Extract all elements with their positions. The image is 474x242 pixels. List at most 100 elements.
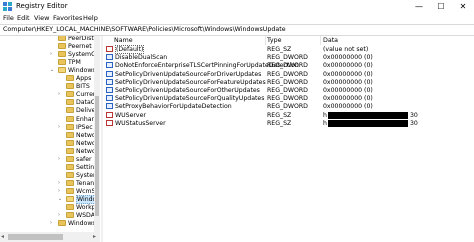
value-data: 0x00000000 (0) [323, 87, 373, 94]
redaction-block [328, 111, 408, 119]
folder-icon [58, 36, 66, 41]
string-value-icon [106, 119, 113, 126]
column-header-data[interactable]: Data [323, 36, 338, 45]
scroll-left-icon[interactable]: ◂ [1, 233, 4, 240]
values-list[interactable]: Name Type Data (Default) REG_SZ (value not… [104, 36, 474, 236]
value-type: REG_DWORD [267, 87, 308, 94]
binary-value-icon [106, 87, 113, 93]
tree-item-label: TPM [68, 59, 81, 67]
value-type: REG_DWORD [267, 78, 308, 86]
binary-value-icon [106, 62, 113, 69]
folder-icon [58, 59, 66, 66]
folder-icon [66, 107, 74, 114]
menu-view[interactable]: View [34, 14, 49, 22]
folder-icon [58, 51, 66, 58]
folder-icon [66, 123, 74, 130]
value-name-cell: SetProxyBehaviorForUpdateDetection [106, 103, 232, 111]
binary-value-icon [106, 103, 113, 110]
value-row[interactable]: SetPolicyDrivenUpdateSourceForQualityUpd… [104, 95, 474, 103]
value-row[interactable]: SetPolicyDrivenUpdateSourceForFeatureUpd… [104, 78, 474, 87]
folder-icon [66, 179, 74, 186]
folder-icon [66, 212, 74, 219]
column-header-name[interactable]: Name [114, 36, 133, 45]
value-data: h [323, 119, 327, 127]
value-row[interactable]: SetPolicyDrivenUpdateSourceForDriverUpda… [104, 70, 474, 79]
value-row[interactable]: WUServer REG_SZ h 30 [104, 111, 474, 120]
expander-icon[interactable]: › [50, 50, 52, 59]
address-path[interactable]: Computer\HKEY_LOCAL_MACHINE\SOFTWARE\Pol… [3, 26, 286, 33]
value-data: 0x00000000 (0) [323, 78, 373, 86]
value-row[interactable]: DisableDualScan REG_DWORD 0x00000000 (0) [104, 54, 474, 62]
menu-file[interactable]: File [3, 14, 14, 22]
menu-edit[interactable]: Edit [17, 14, 30, 22]
close-button[interactable]: ✕ [452, 0, 474, 13]
string-value-icon [106, 46, 113, 52]
value-name: WUServer [115, 111, 146, 119]
tree-hscroll-thumb[interactable] [8, 234, 63, 240]
expander-icon[interactable]: › [58, 90, 60, 99]
value-name-cell: SetPolicyDrivenUpdateSourceForQualityUpd… [106, 95, 264, 103]
folder-icon [66, 163, 74, 170]
value-row[interactable]: SetProxyBehaviorForUpdateDetection REG_DW… [104, 103, 474, 111]
expander-icon[interactable]: › [58, 123, 60, 132]
title-bar: Registry Editor — ☐ ✕ [0, 0, 474, 13]
value-name-cell: SetPolicyDrivenUpdateSourceForFeatureUpd… [106, 78, 266, 87]
value-name-cell: DisableDualScan [106, 54, 167, 62]
value-row[interactable]: (Default) REG_SZ (value not set) [104, 45, 474, 54]
maximize-button[interactable]: ☐ [430, 0, 452, 13]
folder-icon [66, 196, 74, 202]
value-type: REG_SZ [267, 111, 292, 119]
value-name: SetPolicyDrivenUpdateSourceForQualityUpd… [115, 95, 265, 103]
tree-horizontal-scrollbar[interactable]: ◂ ▸ [0, 232, 100, 242]
folder-icon [58, 67, 66, 74]
menu-favorites[interactable]: Favorites [53, 14, 82, 22]
column-divider[interactable] [265, 36, 266, 45]
value-data: 0x00000000 (0) [323, 70, 373, 78]
folder-icon [66, 99, 74, 106]
value-name-cell: SetPolicyDrivenUpdateSourceForDriverUpda… [106, 70, 261, 79]
value-data: (value not set) [323, 46, 369, 53]
value-row[interactable]: WUStatusServer REG_SZ h 30 [104, 119, 474, 128]
column-header-type[interactable]: Type [267, 36, 281, 45]
value-row[interactable]: SetPolicyDrivenUpdateSourceForOtherUpdat… [104, 87, 474, 95]
expander-icon[interactable]: ⌄ [58, 195, 62, 204]
scroll-right-icon[interactable]: ▸ [93, 233, 96, 240]
value-data: 0x00000000 (0) [323, 95, 373, 103]
folder-icon [58, 220, 66, 227]
address-bar[interactable]: Computer\HKEY_LOCAL_MACHINE\SOFTWARE\Pol… [0, 24, 474, 36]
binary-value-icon [106, 54, 113, 61]
pane-splitter[interactable] [101, 36, 103, 242]
expander-icon[interactable]: ⌄ [50, 66, 54, 75]
folder-icon [66, 147, 74, 154]
value-type: REG_SZ [267, 119, 292, 127]
value-name: SetPolicyDrivenUpdateSourceForOtherUpdat… [115, 87, 260, 94]
minimize-button[interactable]: — [408, 0, 430, 13]
expander-icon[interactable]: › [58, 155, 60, 164]
redaction-block [328, 119, 408, 127]
value-row[interactable]: DoNotEnforceEnterpriseTLSCertPinningForU… [104, 62, 474, 70]
folder-icon [66, 91, 74, 98]
value-name-cell: WUServer [106, 111, 146, 120]
value-name: DisableDualScan [115, 54, 168, 62]
value-name-cell: (Default) [106, 45, 145, 54]
tree-scroll-thumb[interactable] [95, 96, 99, 216]
value-name: SetPolicyDrivenUpdateSourceForFeatureUpd… [115, 78, 266, 86]
folder-icon [66, 187, 74, 194]
value-type: REG_DWORD [267, 95, 308, 103]
expander-icon[interactable]: › [50, 219, 52, 228]
value-type: REG_DWORD [267, 54, 308, 62]
key-tree[interactable]: PeerDistPeernet›SystemCertificTPM⌄Window… [0, 36, 100, 232]
binary-value-icon [106, 70, 113, 77]
tree-item-label: safer [76, 155, 92, 163]
binary-value-icon [106, 78, 113, 85]
tree-vertical-scrollbar[interactable] [94, 36, 100, 232]
value-name-cell: SetPolicyDrivenUpdateSourceForOtherUpdat… [106, 87, 260, 95]
tree-item-label: IPSec [76, 123, 93, 131]
value-data: 0x00000000 (0) [323, 103, 373, 111]
value-type: REG_DWORD [267, 103, 308, 111]
tree-item-label: Peernet [68, 43, 92, 51]
column-divider[interactable] [320, 36, 321, 45]
folder-icon [58, 43, 66, 50]
folder-icon [66, 83, 74, 90]
menu-help[interactable]: Help [83, 14, 98, 22]
